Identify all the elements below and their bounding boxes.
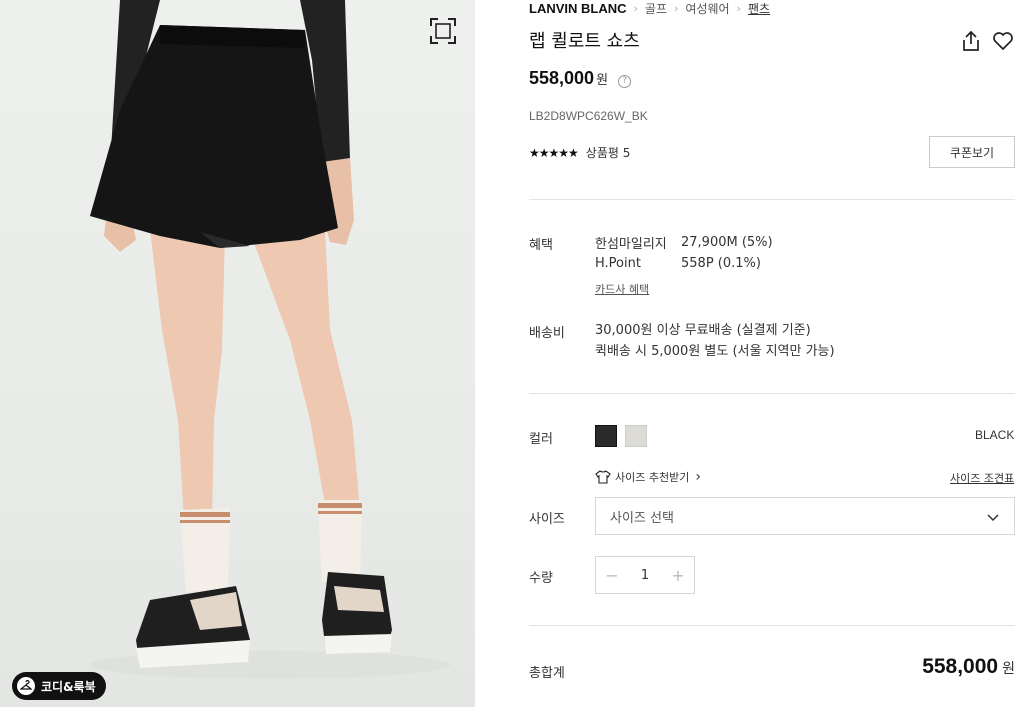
quantity-stepper: − 1 + bbox=[595, 556, 695, 594]
product-image[interactable]: 코디&룩북 bbox=[0, 0, 475, 707]
benefits-label: 혜택 bbox=[529, 238, 553, 253]
review-count[interactable]: 상품평 5 bbox=[586, 144, 631, 161]
rating-summary[interactable]: ★★★★★ 상품평 5 bbox=[529, 144, 630, 161]
total-label: 총합계 bbox=[529, 666, 565, 681]
selected-color-name: BLACK bbox=[975, 428, 1015, 442]
benefit-row: H.Point 558P (0.1%) bbox=[595, 253, 773, 274]
size-recommend-link[interactable]: 사이즈 추천받기 › bbox=[595, 469, 701, 485]
color-swatch-ivory[interactable] bbox=[625, 425, 647, 447]
breadcrumb-item-womenswear[interactable]: 여성웨어 bbox=[685, 0, 729, 17]
benefit-value: 27,900M (5%) bbox=[681, 235, 773, 250]
price-currency: 원 bbox=[596, 73, 609, 88]
quantity-label: 수량 bbox=[529, 571, 553, 586]
breadcrumb-item-pants[interactable]: 팬츠 bbox=[748, 0, 770, 17]
size-chart-link[interactable]: 사이즈 조견표 bbox=[950, 470, 1014, 486]
chevron-right-icon: › bbox=[633, 2, 638, 15]
total-amount: 558,000 bbox=[922, 655, 999, 678]
minus-icon[interactable]: − bbox=[596, 557, 628, 593]
divider bbox=[529, 199, 1015, 200]
chevron-down-icon bbox=[987, 514, 999, 522]
card-benefit-link[interactable]: 카드사 혜택 bbox=[595, 281, 649, 297]
rating-stars-icon: ★★★★★ bbox=[529, 145, 579, 160]
total-currency: 원 bbox=[1002, 661, 1015, 677]
product-code: LB2D8WPC626W_BK bbox=[529, 109, 648, 123]
price-amount: 558,000 bbox=[529, 68, 595, 88]
share-icon[interactable] bbox=[959, 29, 983, 53]
hanger-icon bbox=[17, 677, 35, 695]
size-select[interactable]: 사이즈 선택 bbox=[595, 497, 1015, 535]
divider bbox=[529, 393, 1015, 394]
coordi-lookbook-button[interactable]: 코디&룩북 bbox=[12, 672, 106, 700]
breadcrumb: LANVIN BLANC › 골프 › 여성웨어 › 팬츠 bbox=[529, 0, 770, 17]
product-info-panel: LANVIN BLANC › 골프 › 여성웨어 › 팬츠 랩 퀼로트 쇼츠 5… bbox=[529, 0, 1015, 707]
shipping-line: 퀵배송 시 5,000원 별도 (서울 지역만 가능) bbox=[595, 344, 835, 359]
color-label: 컬러 bbox=[529, 432, 553, 447]
chevron-right-icon: › bbox=[736, 2, 741, 15]
plus-icon[interactable]: + bbox=[662, 557, 694, 593]
product-title: 랩 퀼로트 쇼츠 bbox=[529, 31, 640, 52]
benefit-name: H.Point bbox=[595, 256, 641, 271]
divider bbox=[529, 625, 1015, 626]
total-price: 558,000 원 bbox=[922, 655, 1015, 679]
tshirt-icon bbox=[595, 470, 611, 484]
shipping-info: 30,000원 이상 무료배송 (실결제 기준) 퀵배송 시 5,000원 별도… bbox=[595, 320, 835, 362]
breadcrumb-brand[interactable]: LANVIN BLANC bbox=[529, 1, 627, 16]
breadcrumb-item-golf[interactable]: 골프 bbox=[645, 0, 667, 17]
color-swatch-black[interactable] bbox=[595, 425, 617, 447]
size-label: 사이즈 bbox=[529, 512, 565, 527]
chevron-right-icon: › bbox=[695, 469, 701, 485]
coordi-lookbook-label: 코디&룩북 bbox=[41, 679, 96, 694]
expand-icon[interactable] bbox=[428, 16, 458, 46]
product-price: 558,000 원 ? bbox=[529, 68, 632, 89]
price-info-icon[interactable]: ? bbox=[618, 74, 632, 88]
coupon-button[interactable]: 쿠폰보기 bbox=[929, 136, 1015, 168]
chevron-right-icon: › bbox=[674, 2, 679, 15]
shipping-line: 30,000원 이상 무료배송 (실결제 기준) bbox=[595, 323, 811, 338]
benefit-row: 한섬마일리지 27,900M (5%) bbox=[595, 232, 773, 253]
benefit-value: 558P (0.1%) bbox=[681, 256, 761, 271]
benefits-list: 한섬마일리지 27,900M (5%) H.Point 558P (0.1%) bbox=[595, 232, 773, 274]
shipping-label: 배송비 bbox=[529, 326, 565, 341]
size-recommend-label: 사이즈 추천받기 bbox=[615, 471, 690, 484]
benefit-name: 한섬마일리지 bbox=[595, 237, 667, 252]
model-illustration bbox=[90, 0, 450, 679]
size-select-placeholder: 사이즈 선택 bbox=[610, 510, 674, 526]
wishlist-heart-icon[interactable] bbox=[991, 29, 1015, 53]
quantity-value[interactable]: 1 bbox=[628, 568, 662, 583]
